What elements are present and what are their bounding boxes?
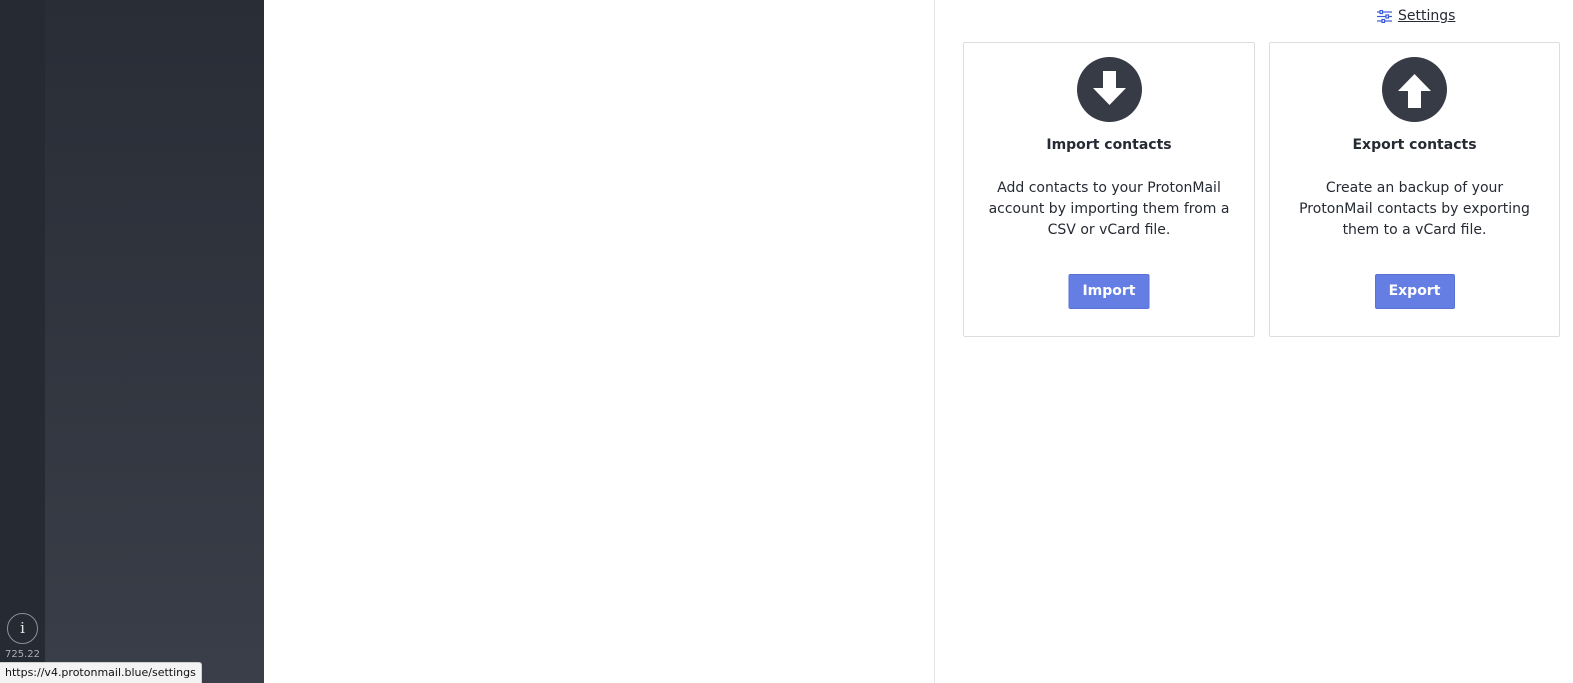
- detail-pane: Settings Import contacts Add contacts to…: [935, 0, 1573, 683]
- export-card-description: Create an backup of your ProtonMail cont…: [1299, 180, 1530, 238]
- status-bar-url: https://v4.protonmail.blue/settings: [0, 662, 202, 683]
- sidebar: [45, 0, 264, 683]
- import-contacts-card: Import contacts Add contacts to your Pro…: [963, 42, 1255, 337]
- version-label: 725.22: [5, 649, 40, 660]
- import-button[interactable]: Import: [1068, 274, 1150, 309]
- settings-label: Settings: [1398, 8, 1456, 24]
- info-icon[interactable]: i: [7, 613, 38, 644]
- export-card-title: Export contacts: [1352, 137, 1477, 153]
- export-button[interactable]: Export: [1374, 274, 1455, 309]
- import-card-title: Import contacts: [1046, 137, 1172, 153]
- icon-rail: i 725.22: [0, 0, 45, 683]
- import-card-description: Add contacts to your ProtonMail account …: [988, 180, 1230, 238]
- app-window: i 725.22 Settings Import contacts Add co…: [0, 0, 1573, 683]
- arrow-up-circle-icon: [1382, 57, 1447, 122]
- export-contacts-card: Export contacts Create an backup of your…: [1269, 42, 1560, 337]
- contact-list-pane: [264, 0, 935, 683]
- arrow-down-circle-icon: [1076, 57, 1142, 122]
- settings-link[interactable]: Settings: [1377, 6, 1455, 26]
- sliders-icon: [1377, 9, 1392, 23]
